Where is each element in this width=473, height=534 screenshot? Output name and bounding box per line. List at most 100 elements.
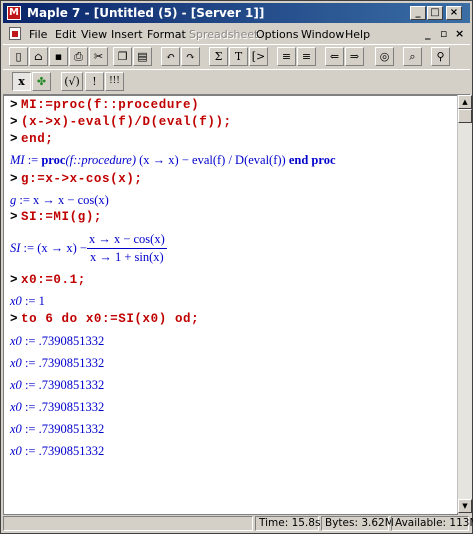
command-text: (x->x)-eval(f)/D(eval(f)); bbox=[21, 115, 232, 129]
output-fraction: x → x − cos(x) x → 1 + sin(x) bbox=[86, 232, 167, 265]
output-lhs: x0 bbox=[10, 294, 22, 308]
output-first-term: (x → x) − bbox=[37, 241, 87, 255]
prompt: > bbox=[10, 273, 18, 287]
input-line-proc-2[interactable]: > (x->x)-eval(f)/D(eval(f)); bbox=[10, 115, 232, 129]
context-toolbar: x ✤ (√) ! !!! bbox=[3, 69, 470, 95]
back-icon[interactable]: ⇐ bbox=[325, 47, 344, 66]
prompt-icon[interactable]: [> bbox=[249, 47, 268, 66]
outdent-icon[interactable]: ≡ bbox=[297, 47, 316, 66]
open-icon[interactable]: ⌂ bbox=[29, 47, 48, 66]
iteration-value: .7390851332 bbox=[38, 400, 105, 414]
maple-leaf-icon[interactable]: ✤ bbox=[32, 72, 51, 91]
print-icon[interactable]: ⎙ bbox=[69, 47, 88, 66]
menu-file[interactable]: File bbox=[29, 28, 47, 41]
input-line-si[interactable]: > SI:=MI(g); bbox=[10, 210, 102, 224]
output-si: SI := (x → x) − x → x − cos(x) x → 1 + sin… bbox=[10, 232, 167, 265]
output-mi: MI := proc(f::procedure) (x → x) − eval(… bbox=[10, 153, 336, 168]
iteration-output: x0 := .7390851332 bbox=[10, 356, 105, 370]
document-icon[interactable] bbox=[9, 27, 21, 40]
menu-format[interactable]: Format bbox=[147, 28, 186, 41]
scroll-up-icon[interactable]: ▲ bbox=[458, 95, 472, 109]
iteration-output: x0 := .7390851332 bbox=[10, 444, 105, 458]
menu-help[interactable]: Help bbox=[345, 28, 370, 41]
input-line-proc-3[interactable]: > end; bbox=[10, 132, 53, 146]
iteration-value: .7390851332 bbox=[38, 378, 105, 392]
output-lhs: MI bbox=[10, 153, 25, 167]
main-toolbar: ▯ ⌂ ▪ ⎙ ✂ ❐ ▤ ↶ ↷ Σ T [> ≡ ≡ ⇐ ⇒ ◎ ⌕ ⚲ bbox=[3, 44, 470, 70]
iteration-output: x0 := .7390851332 bbox=[10, 422, 105, 436]
menu-view[interactable]: View bbox=[81, 28, 107, 41]
status-time: Time: 15.8s bbox=[255, 516, 320, 531]
command-text: x0:=0.1; bbox=[21, 273, 86, 287]
command-text: to 6 do x0:=SI(x0) od; bbox=[21, 312, 200, 326]
indent-icon[interactable]: ≡ bbox=[277, 47, 296, 66]
undo-icon[interactable]: ↶ bbox=[161, 47, 180, 66]
output-x0: x0 := 1 bbox=[10, 294, 45, 308]
scroll-down-icon[interactable]: ▼ bbox=[458, 499, 472, 513]
command-text: SI:=MI(g); bbox=[21, 210, 103, 224]
vertical-scrollbar[interactable]: ▲ ▼ bbox=[457, 95, 472, 513]
window-title: Maple 7 - [Untitled (5) - [Server 1]] bbox=[27, 6, 265, 20]
menu-options[interactable]: Options bbox=[256, 28, 298, 41]
prompt: > bbox=[10, 132, 18, 146]
save-icon[interactable]: ▪ bbox=[49, 47, 68, 66]
input-line-proc-1[interactable]: > MI:=proc(f::procedure) bbox=[10, 98, 199, 112]
proc-body: (x → x) − eval(f) / D(eval(f)) bbox=[139, 153, 286, 167]
zoom-icon[interactable]: ⌕ bbox=[403, 47, 422, 66]
restart-icon[interactable]: ⚲ bbox=[431, 47, 450, 66]
output-lhs: SI bbox=[10, 241, 21, 255]
scroll-thumb[interactable] bbox=[458, 109, 472, 123]
title-bar[interactable]: M Maple 7 - [Untitled (5) - [Server 1]] … bbox=[3, 3, 470, 23]
status-bytes: Bytes: 3.62M bbox=[321, 516, 394, 531]
prompt: > bbox=[10, 115, 18, 129]
menu-spreadsheet: Spreadsheet bbox=[189, 28, 259, 41]
forward-icon[interactable]: ⇒ bbox=[345, 47, 364, 66]
menu-insert[interactable]: Insert bbox=[111, 28, 143, 41]
new-icon[interactable]: ▯ bbox=[9, 47, 28, 66]
command-text: MI:=proc(f::procedure) bbox=[21, 98, 200, 112]
maple-app-icon[interactable]: M bbox=[7, 6, 21, 20]
iteration-output: x0 := .7390851332 bbox=[10, 400, 105, 414]
status-bar: Time: 15.8s Bytes: 3.62M Available: 113M bbox=[3, 515, 473, 532]
exclamation-icon[interactable]: ! bbox=[85, 72, 104, 91]
text-icon[interactable]: T bbox=[229, 47, 248, 66]
maximize-button[interactable]: □ bbox=[427, 6, 443, 20]
stop-icon[interactable]: ◎ bbox=[375, 47, 394, 66]
fraction-denominator: x → 1 + sin(x) bbox=[89, 250, 164, 264]
mdi-minimize-button[interactable]: _ bbox=[425, 27, 431, 40]
mdi-close-button[interactable]: × bbox=[455, 27, 464, 40]
execute-all-icon[interactable]: !!! bbox=[105, 72, 124, 91]
command-text: g:=x->x-cos(x); bbox=[21, 172, 143, 186]
sigma-icon[interactable]: Σ bbox=[209, 47, 228, 66]
menu-edit[interactable]: Edit bbox=[55, 28, 76, 41]
sqrt-icon[interactable]: (√) bbox=[61, 72, 83, 91]
copy-icon[interactable]: ❐ bbox=[113, 47, 132, 66]
end-proc-keyword: end proc bbox=[288, 153, 336, 167]
maple-window: M Maple 7 - [Untitled (5) - [Server 1]] … bbox=[0, 0, 473, 534]
iteration-value: .7390851332 bbox=[38, 334, 105, 348]
iteration-value: .7390851332 bbox=[38, 444, 105, 458]
output-lhs: g bbox=[10, 193, 17, 207]
redo-icon[interactable]: ↷ bbox=[181, 47, 200, 66]
output-value: 1 bbox=[38, 294, 45, 308]
iteration-value: .7390851332 bbox=[38, 356, 105, 370]
mdi-restore-button[interactable]: ▫ bbox=[440, 27, 447, 40]
proc-args: (f::procedure) bbox=[65, 153, 137, 167]
input-line-g[interactable]: > g:=x->x-cos(x); bbox=[10, 172, 143, 186]
paste-icon[interactable]: ▤ bbox=[133, 47, 152, 66]
worksheet[interactable]: > MI:=proc(f::procedure) > (x->x)-eval(f… bbox=[3, 95, 458, 515]
menu-bar: File Edit View Insert Format Spreadsheet… bbox=[3, 25, 470, 43]
close-button[interactable]: × bbox=[446, 6, 462, 20]
minimize-button[interactable]: _ bbox=[410, 6, 426, 20]
output-g: g := x → x − cos(x) bbox=[10, 193, 109, 207]
assign-operator: := bbox=[27, 153, 39, 167]
prompt: > bbox=[10, 98, 18, 112]
math-mode-icon[interactable]: x bbox=[12, 72, 31, 91]
input-line-x0[interactable]: > x0:=0.1; bbox=[10, 273, 86, 287]
prompt: > bbox=[10, 312, 18, 326]
iteration-output: x0 := .7390851332 bbox=[10, 378, 105, 392]
input-line-loop[interactable]: > to 6 do x0:=SI(x0) od; bbox=[10, 312, 199, 326]
menu-window[interactable]: Window bbox=[301, 28, 344, 41]
status-available: Available: 113M bbox=[391, 516, 473, 531]
cut-icon[interactable]: ✂ bbox=[89, 47, 108, 66]
